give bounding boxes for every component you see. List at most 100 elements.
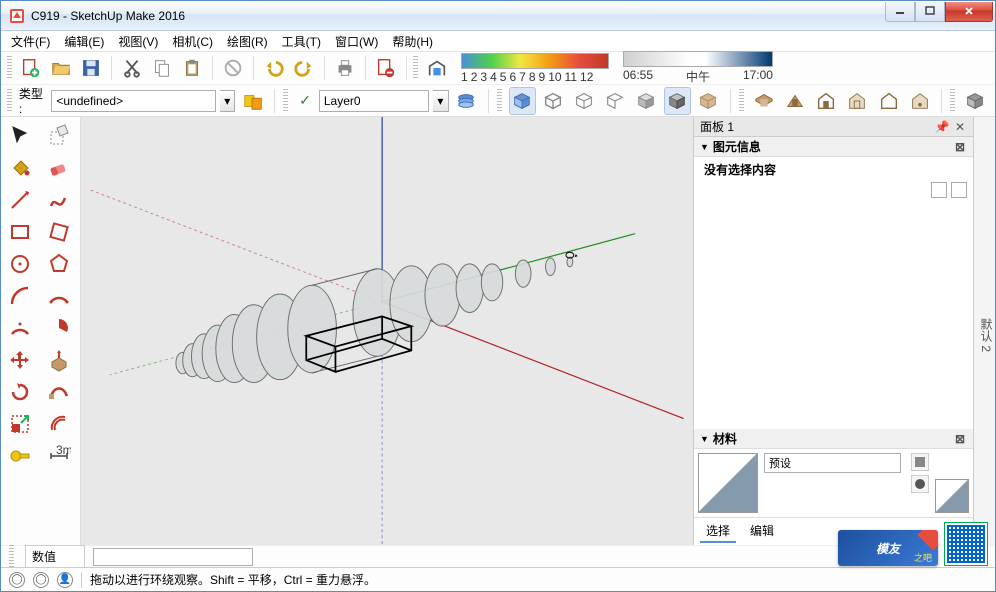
materials-tab-select[interactable]: 选择 <box>700 520 736 543</box>
arc-tool[interactable] <box>3 281 37 311</box>
style-hidden-line-button[interactable] <box>571 87 598 115</box>
save-file-button[interactable] <box>77 54 105 82</box>
section-close-icon[interactable]: ⊠ <box>953 432 967 446</box>
menu-tools[interactable]: 工具(T) <box>276 31 327 52</box>
polygon-tool[interactable] <box>42 249 76 279</box>
claim-credit-icon[interactable]: 👤 <box>57 572 73 588</box>
erase-button[interactable] <box>219 54 247 82</box>
materials-tab-edit[interactable]: 编辑 <box>744 520 780 543</box>
material-create-button[interactable] <box>911 453 929 471</box>
material-name-input[interactable] <box>764 453 901 473</box>
layer-dropdown-arrow[interactable]: ▾ <box>433 90 449 112</box>
maximize-button[interactable] <box>915 2 945 22</box>
warehouse-button[interactable] <box>423 54 451 82</box>
freehand-tool[interactable] <box>42 185 76 215</box>
view-left-button[interactable] <box>906 87 933 115</box>
material-mini-swatch[interactable] <box>935 479 969 513</box>
rotate-tool[interactable] <box>3 377 37 407</box>
toolbar-handle[interactable] <box>739 89 744 113</box>
cut-button[interactable] <box>118 54 146 82</box>
paste-button[interactable] <box>178 54 206 82</box>
viewport[interactable] <box>81 117 693 545</box>
type-select[interactable] <box>51 90 216 112</box>
style-back-edges-button[interactable] <box>695 87 722 115</box>
three-point-arc-tool[interactable] <box>3 313 37 343</box>
material-swatch[interactable] <box>698 453 758 513</box>
section-close-icon[interactable]: ⊠ <box>953 140 967 154</box>
material-default-button[interactable] <box>911 475 929 493</box>
minimize-button[interactable] <box>885 2 915 22</box>
separator <box>406 56 407 80</box>
toolbar-handle[interactable] <box>9 545 14 569</box>
close-button[interactable] <box>945 2 993 22</box>
spectrum-bar[interactable] <box>461 53 609 69</box>
type-dropdown-arrow[interactable]: ▾ <box>220 90 235 112</box>
style-shaded-textures-button[interactable] <box>509 87 536 115</box>
geo-location-icon[interactable]: ◯ <box>9 572 25 588</box>
toolbar-handle[interactable] <box>950 89 955 113</box>
component-options-button[interactable] <box>239 87 266 115</box>
copy-button[interactable] <box>148 54 176 82</box>
menu-file[interactable]: 文件(F) <box>5 31 56 52</box>
scale-tool[interactable] <box>3 409 37 439</box>
pie-tool[interactable] <box>42 313 76 343</box>
right-sidebar-tab[interactable]: 默认 2 <box>973 117 995 545</box>
style-monochrome-button[interactable] <box>633 87 660 115</box>
new-file-button[interactable] <box>17 54 45 82</box>
menu-edit[interactable]: 编辑(E) <box>58 31 110 52</box>
style-shaded-button[interactable] <box>540 87 567 115</box>
entity-toggle-1[interactable] <box>931 182 947 198</box>
menu-help[interactable]: 帮助(H) <box>386 31 439 52</box>
menu-draw[interactable]: 绘图(R) <box>221 31 274 52</box>
entity-info-header[interactable]: ▼ 图元信息 ⊠ <box>694 137 973 157</box>
tape-measure-tool[interactable] <box>3 441 37 471</box>
main-area: 3m <box>1 117 995 545</box>
view-iso-button[interactable] <box>751 87 778 115</box>
two-point-arc-tool[interactable] <box>42 281 76 311</box>
paint-bucket-tool[interactable] <box>3 153 37 183</box>
model-info-button[interactable] <box>372 54 400 82</box>
layer-select[interactable] <box>319 90 429 112</box>
style-wireframe-button[interactable] <box>602 87 629 115</box>
view-top-button[interactable] <box>782 87 809 115</box>
make-component-tool[interactable] <box>42 121 76 151</box>
circle-tool[interactable] <box>3 249 37 279</box>
redo-button[interactable] <box>290 54 318 82</box>
toolbar-handle[interactable] <box>283 89 288 113</box>
offset-tool[interactable] <box>42 409 76 439</box>
rotated-rectangle-tool[interactable] <box>42 217 76 247</box>
print-button[interactable] <box>331 54 359 82</box>
materials-header[interactable]: ▼ 材料 ⊠ <box>694 429 973 449</box>
credits-icon[interactable]: ◯ <box>33 572 49 588</box>
line-tool[interactable] <box>3 185 37 215</box>
view-front-button[interactable] <box>813 87 840 115</box>
tray-close-icon[interactable]: ✕ <box>953 120 967 134</box>
move-tool[interactable] <box>3 345 37 375</box>
pin-icon[interactable]: 📌 <box>935 120 949 134</box>
toolbar-handle[interactable] <box>497 89 502 113</box>
view-right-button[interactable] <box>844 87 871 115</box>
menu-window[interactable]: 窗口(W) <box>329 31 384 52</box>
shadow-time-bar[interactable] <box>623 51 773 67</box>
vcb-input[interactable] <box>93 548 253 566</box>
entity-toggle-2[interactable] <box>951 182 967 198</box>
menu-camera[interactable]: 相机(C) <box>166 31 219 52</box>
push-pull-tool[interactable] <box>42 345 76 375</box>
materials-body <box>694 449 973 517</box>
rectangle-tool[interactable] <box>3 217 37 247</box>
toolbar-handle[interactable] <box>7 56 12 80</box>
eraser-tool[interactable] <box>42 153 76 183</box>
send-to-layout-button[interactable] <box>962 87 989 115</box>
style-xray-button[interactable] <box>664 87 691 115</box>
follow-me-tool[interactable] <box>42 377 76 407</box>
layer-manager-button[interactable] <box>453 87 480 115</box>
select-tool[interactable] <box>3 121 37 151</box>
open-file-button[interactable] <box>47 54 75 82</box>
toolbar-handle[interactable] <box>413 56 418 80</box>
menu-view[interactable]: 视图(V) <box>112 31 164 52</box>
undo-button[interactable] <box>260 54 288 82</box>
dimension-tool[interactable]: 3m <box>42 441 76 471</box>
toolbar-handle[interactable] <box>7 89 12 113</box>
view-back-button[interactable] <box>875 87 902 115</box>
tray-titlebar[interactable]: 面板 1 📌 ✕ <box>694 117 973 137</box>
